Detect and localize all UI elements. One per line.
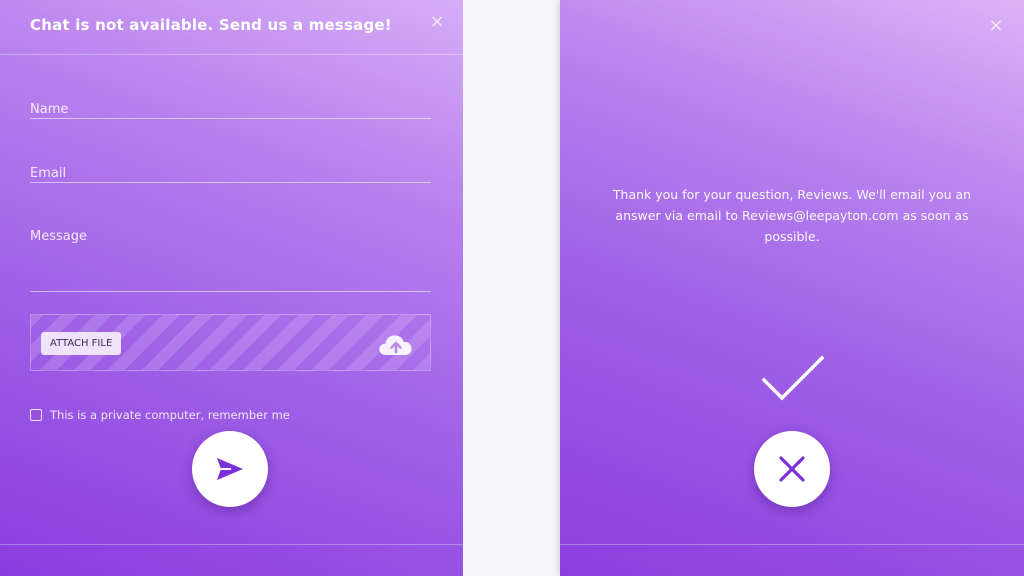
name-input[interactable] xyxy=(30,101,431,119)
footer-divider xyxy=(0,544,463,545)
remember-me-label: This is a private computer, remember me xyxy=(50,408,290,422)
close-button[interactable]: × xyxy=(427,12,447,32)
message-field: Message xyxy=(30,229,431,292)
message-textarea[interactable] xyxy=(30,244,431,292)
cloud-upload-icon[interactable] xyxy=(376,329,416,359)
send-icon xyxy=(217,458,243,480)
confirmation-message: Thank you for your question, Reviews. We… xyxy=(612,187,972,244)
name-field xyxy=(30,101,431,119)
attachment-dropzone[interactable]: ATTACH FILE xyxy=(30,314,431,371)
panel-title: Chat is not available. Send us a message… xyxy=(30,16,392,34)
close-button[interactable]: × xyxy=(986,16,1006,36)
dismiss-button[interactable] xyxy=(754,431,830,507)
attach-file-button[interactable]: ATTACH FILE xyxy=(41,332,122,355)
email-input[interactable] xyxy=(30,165,431,183)
send-button[interactable] xyxy=(192,431,268,507)
message-label: Message xyxy=(30,229,87,244)
footer-divider xyxy=(560,544,1024,545)
confirmation-panel: × Thank you for your question, Reviews. … xyxy=(560,0,1024,576)
email-field xyxy=(30,165,431,183)
remember-me-option[interactable]: This is a private computer, remember me xyxy=(30,408,290,422)
checkmark-icon xyxy=(761,355,825,401)
remember-me-checkbox[interactable] xyxy=(30,409,42,421)
close-icon xyxy=(779,456,805,482)
header-divider xyxy=(0,54,463,55)
offline-message-panel: Chat is not available. Send us a message… xyxy=(0,0,463,576)
